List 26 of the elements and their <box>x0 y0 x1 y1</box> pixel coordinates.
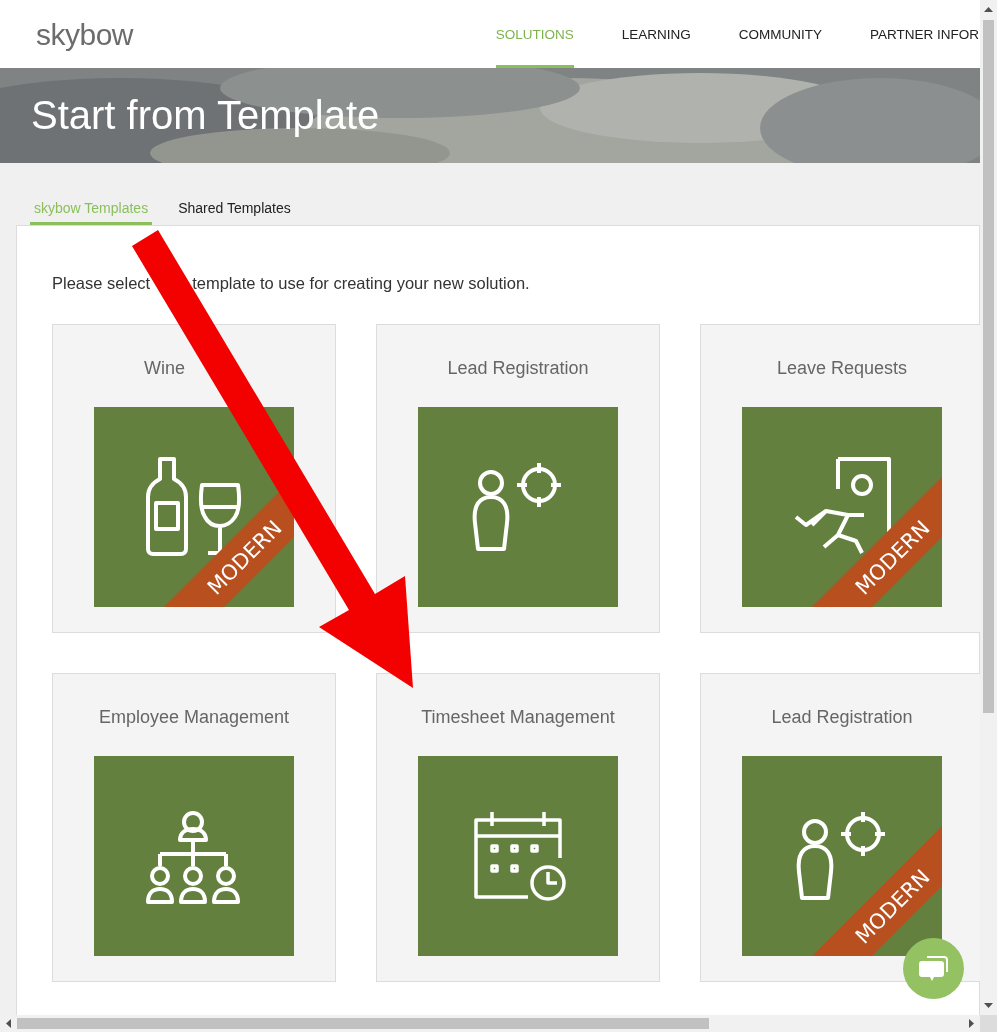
template-title: Employee Management <box>98 707 290 729</box>
scroll-right-icon[interactable] <box>967 1019 976 1028</box>
scroll-left-icon[interactable] <box>4 1019 13 1028</box>
scroll-down-icon[interactable] <box>984 1001 993 1010</box>
template-title: Timesheet Management <box>421 707 615 729</box>
org-chart-icon <box>146 811 240 904</box>
person-target-icon <box>472 461 563 551</box>
calendar-clock-icon <box>474 810 566 901</box>
template-title: Wine <box>144 358 185 380</box>
nav-link[interactable]: PARTNER INFOR <box>870 0 979 68</box>
template-tile[interactable] <box>94 756 294 956</box>
chat-bubble-icon <box>918 954 949 983</box>
scrollbar-corner <box>980 1015 997 1032</box>
intro-text: template to use for creating your new solution. <box>192 274 530 294</box>
template-tile[interactable] <box>418 756 618 956</box>
template-title: Lead Registration <box>447 358 589 380</box>
intro-text: Please select <box>52 274 151 294</box>
nav-link[interactable]: LEARNING <box>621 0 691 68</box>
page-title: Start from Template <box>31 93 380 138</box>
logo[interactable]: skybow <box>36 18 134 50</box>
nav-link[interactable]: COMMUNITY <box>738 0 822 68</box>
scroll-up-icon[interactable] <box>984 5 993 14</box>
template-tile[interactable] <box>418 407 618 607</box>
template-title: Leave Requests <box>776 358 908 380</box>
template-title: Lead Registration <box>771 707 913 729</box>
tab[interactable]: Shared Templates <box>174 193 295 225</box>
